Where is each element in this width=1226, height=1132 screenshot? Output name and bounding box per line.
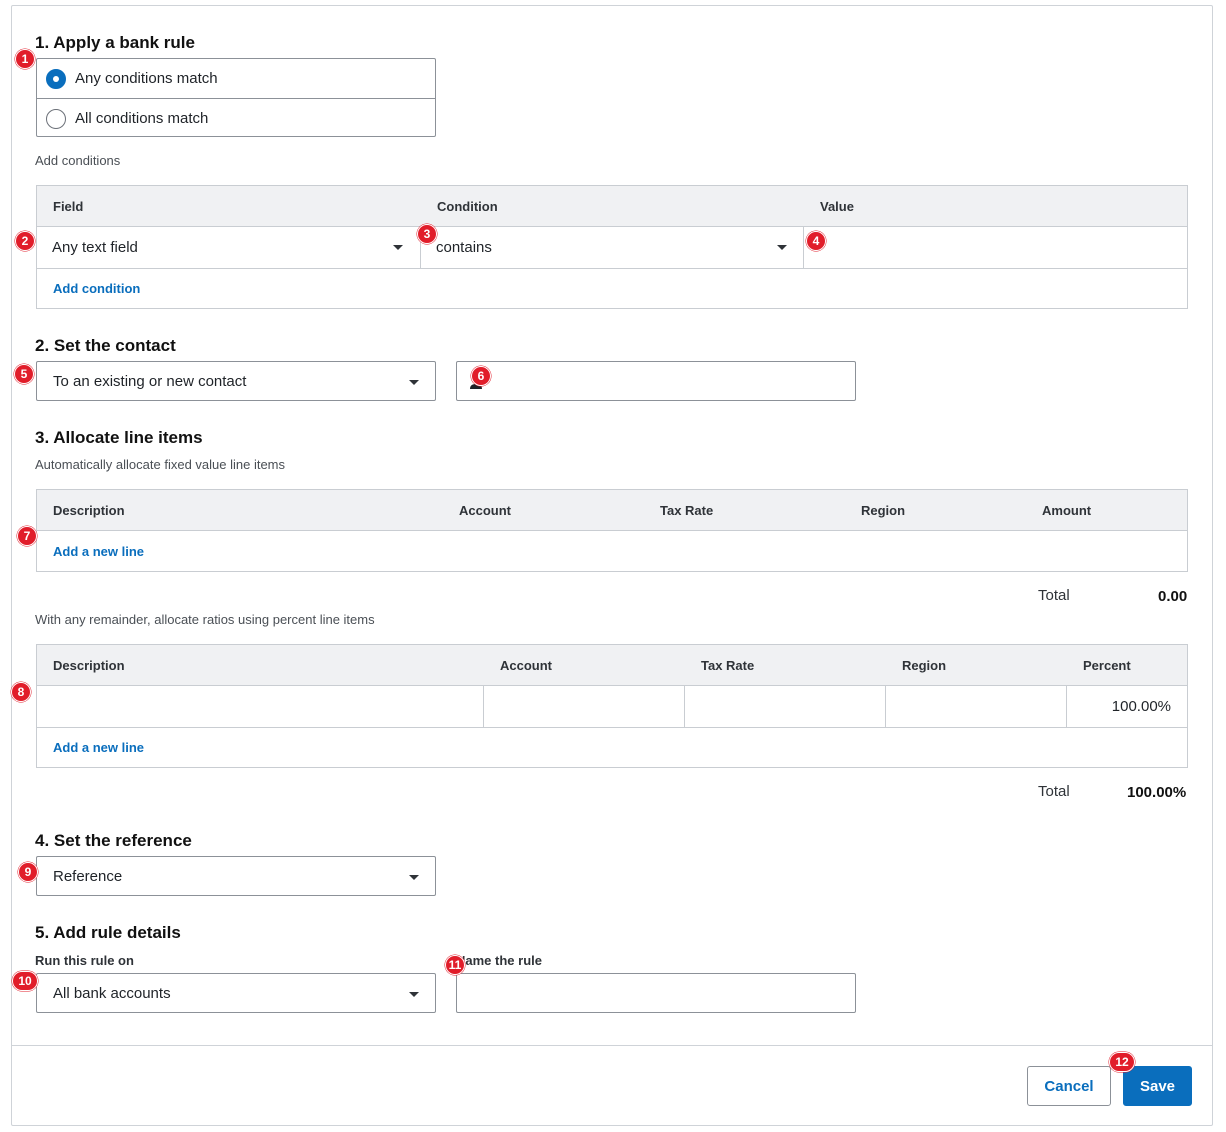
percent-description-input[interactable]	[37, 686, 483, 727]
header-field: Field	[53, 199, 84, 214]
annotation-badge-1: 1	[15, 49, 35, 69]
radio-all-label: All conditions match	[75, 110, 209, 127]
contact-mode-value: To an existing or new contact	[53, 372, 247, 390]
header-region: Region	[861, 503, 906, 518]
header-account: Account	[500, 658, 552, 673]
fixed-total-label: Total	[1038, 587, 1070, 604]
run-on-select[interactable]: All bank accounts	[36, 973, 436, 1013]
header-tax-rate: Tax Rate	[701, 658, 755, 673]
annotation-badge-5: 5	[14, 364, 34, 384]
annotation-badge-7: 7	[17, 526, 37, 546]
fixed-line-items-table: Description Account Tax Rate Region Amou…	[36, 489, 1188, 572]
field-select-value: Any text field	[52, 239, 138, 256]
header-condition: Condition	[437, 199, 498, 214]
reference-value: Reference	[53, 867, 123, 885]
run-on-label: Run this rule on	[35, 953, 134, 968]
run-on-value: All bank accounts	[53, 984, 171, 1002]
add-percent-line-link[interactable]: Add a new line	[53, 740, 144, 755]
percent-table-header: Description Account Tax Rate Region Perc…	[37, 645, 1187, 686]
conditions-table-header: Field Condition Value	[37, 186, 1187, 227]
annotation-badge-11: 11	[445, 955, 465, 975]
radio-all-conditions[interactable]: All conditions match	[37, 99, 435, 138]
add-condition-link[interactable]: Add condition	[53, 281, 140, 296]
percent-account-input[interactable]	[484, 686, 684, 727]
percent-items-subtitle: With any remainder, allocate ratios usin…	[35, 612, 375, 627]
percent-tax-rate-input[interactable]	[685, 686, 885, 727]
header-amount: Amount	[1042, 503, 1092, 518]
chevron-down-icon	[777, 245, 787, 250]
header-value: Value	[820, 199, 854, 214]
radio-any-label: Any conditions match	[75, 70, 218, 87]
percent-line-items-table: Description Account Tax Rate Region Perc…	[36, 644, 1188, 768]
footer-divider	[12, 1045, 1212, 1046]
condition-select[interactable]: contains	[421, 227, 804, 268]
radio-selected-icon	[46, 68, 66, 89]
section-title-apply-rule: 1. Apply a bank rule	[35, 33, 195, 52]
annotation-badge-10: 10	[12, 971, 38, 991]
chevron-down-icon	[409, 380, 419, 385]
cancel-button[interactable]: Cancel	[1027, 1066, 1111, 1106]
reference-select[interactable]: Reference	[36, 856, 436, 896]
save-button[interactable]: Save	[1123, 1066, 1192, 1106]
value-input[interactable]	[804, 227, 1187, 268]
header-description: Description	[53, 658, 125, 673]
annotation-badge-12: 12	[1109, 1052, 1135, 1072]
section-title-reference: 4. Set the reference	[35, 831, 192, 850]
section-title-rule-details: 5. Add rule details	[35, 923, 181, 942]
header-tax-rate: Tax Rate	[660, 503, 714, 518]
fixed-table-header: Description Account Tax Rate Region Amou…	[37, 490, 1187, 531]
field-select[interactable]: Any text field	[37, 227, 420, 268]
rule-name-input[interactable]	[456, 973, 856, 1013]
rule-name-label: Name the rule	[456, 953, 542, 968]
annotation-badge-4: 4	[806, 231, 826, 251]
chevron-down-icon	[393, 245, 403, 250]
contact-mode-select[interactable]: To an existing or new contact	[36, 361, 436, 401]
percent-region-input[interactable]	[886, 686, 1066, 727]
section-title-contact: 2. Set the contact	[35, 336, 176, 355]
conditions-table: Field Condition Value Any text field con…	[36, 185, 1188, 309]
contact-input[interactable]	[456, 361, 856, 401]
annotation-badge-6: 6	[471, 366, 491, 386]
add-conditions-label: Add conditions	[35, 153, 121, 168]
radio-unselected-icon	[46, 108, 66, 129]
percent-total-label: Total	[1038, 783, 1070, 800]
radio-any-conditions[interactable]: Any conditions match	[37, 59, 435, 98]
header-percent: Percent	[1083, 658, 1131, 673]
percent-value: 100.00%	[1111, 698, 1171, 715]
percent-total-value: 100.00%	[1127, 784, 1187, 801]
divider	[37, 727, 1187, 728]
divider	[37, 268, 1187, 269]
header-account: Account	[459, 503, 511, 518]
header-region: Region	[902, 658, 947, 673]
chevron-down-icon	[409, 875, 419, 880]
fixed-total-value: 0.00	[1158, 588, 1188, 605]
fixed-items-subtitle: Automatically allocate fixed value line …	[35, 457, 286, 472]
add-fixed-line-link[interactable]: Add a new line	[53, 544, 144, 559]
chevron-down-icon	[409, 992, 419, 997]
annotation-badge-3: 3	[417, 224, 437, 244]
match-type-radio-group: Any conditions match All conditions matc…	[36, 58, 436, 137]
annotation-badge-9: 9	[18, 862, 38, 882]
header-description: Description	[53, 503, 125, 518]
annotation-badge-2: 2	[15, 231, 35, 251]
section-title-allocate: 3. Allocate line items	[35, 428, 203, 447]
annotation-badge-8: 8	[11, 682, 31, 702]
percent-value-input[interactable]: 100.00%	[1067, 686, 1187, 727]
condition-select-value: contains	[436, 239, 492, 256]
